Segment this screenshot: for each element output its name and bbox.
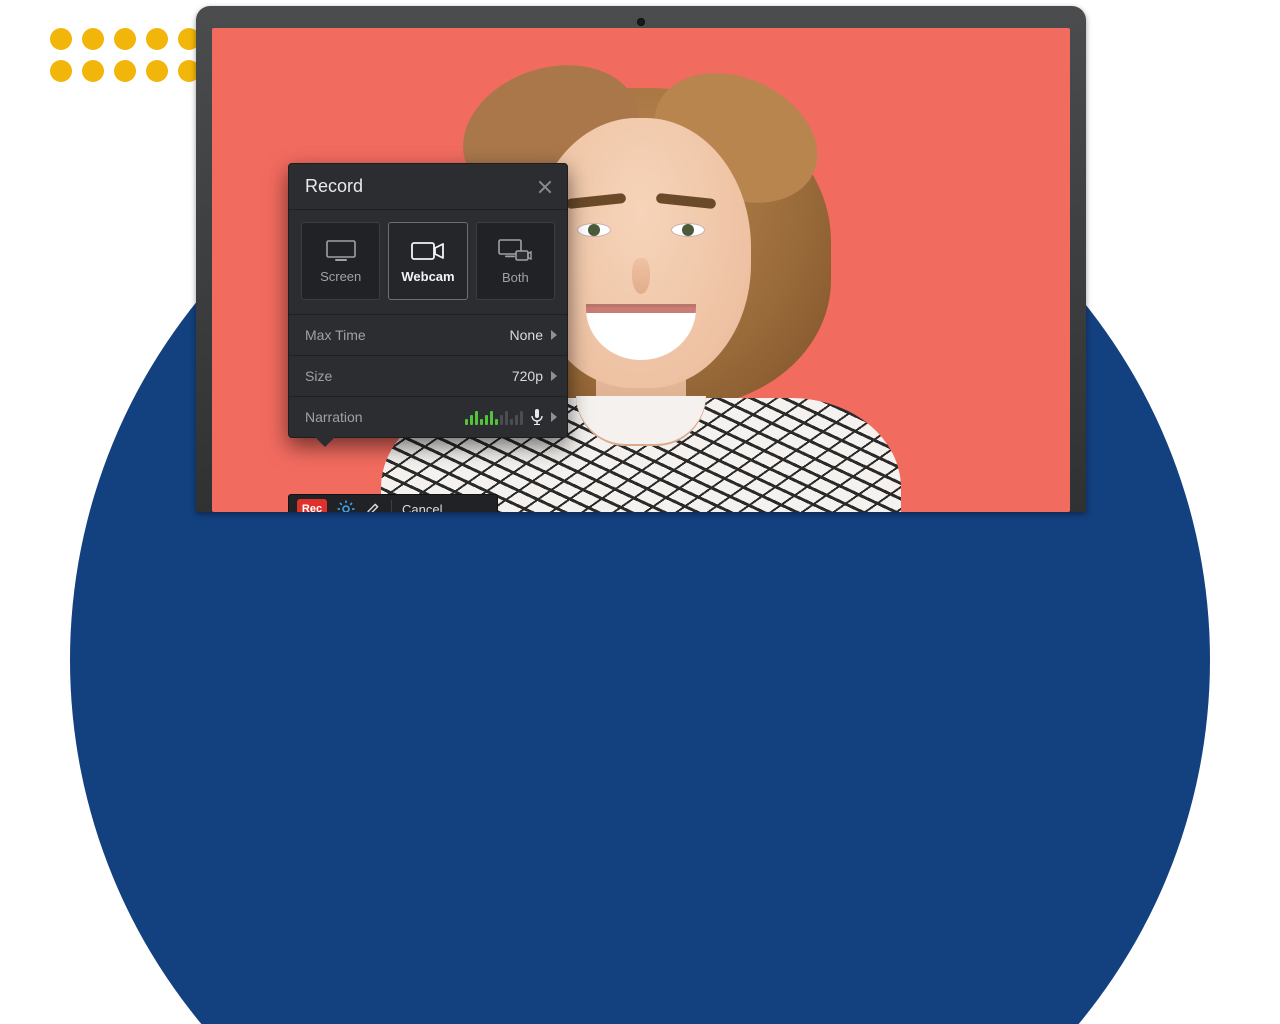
laptop-bezel: Record Screen Webcam [196, 6, 1086, 512]
option-value: None [510, 327, 543, 343]
record-button[interactable]: Rec [297, 499, 327, 512]
option-row-narration[interactable]: Narration [289, 396, 567, 437]
mode-tile-screen[interactable]: Screen [301, 222, 380, 300]
panel-title: Record [305, 176, 363, 197]
option-label: Narration [305, 409, 363, 425]
mode-label: Screen [320, 270, 361, 283]
laptop-camera-dot [637, 18, 645, 26]
webcam-preview: Record Screen Webcam [212, 28, 1070, 512]
chevron-right-icon [551, 412, 557, 422]
decorative-dots [50, 28, 200, 82]
laptop-frame: Record Screen Webcam [196, 0, 1086, 512]
microphone-icon [531, 409, 543, 425]
option-row-max-time[interactable]: Max Time None [289, 315, 567, 355]
panel-header: Record [289, 164, 567, 210]
camera-icon [411, 240, 445, 262]
mode-label: Webcam [401, 270, 454, 283]
cancel-button[interactable]: Cancel [402, 502, 442, 513]
pen-icon[interactable] [365, 501, 381, 512]
chevron-right-icon [551, 330, 557, 340]
option-value: 720p [512, 368, 543, 384]
toolbar-divider [391, 500, 392, 512]
mode-tile-both[interactable]: Both [476, 222, 555, 300]
panel-options: Max Time None Size 720p [289, 315, 567, 437]
option-row-size[interactable]: Size 720p [289, 355, 567, 396]
record-mode-row: Screen Webcam Both [289, 210, 567, 315]
close-icon[interactable] [537, 179, 553, 195]
chevron-right-icon [551, 371, 557, 381]
gear-icon[interactable] [337, 500, 355, 512]
option-label: Max Time [305, 327, 366, 343]
screen-and-camera-icon [498, 239, 532, 263]
record-panel: Record Screen Webcam [288, 163, 568, 438]
mode-tile-webcam[interactable]: Webcam [388, 222, 467, 300]
record-toolbar: Rec Cancel [288, 494, 498, 512]
audio-level-meter [465, 409, 523, 425]
monitor-icon [326, 240, 356, 262]
option-label: Size [305, 368, 332, 384]
mode-label: Both [502, 271, 529, 284]
